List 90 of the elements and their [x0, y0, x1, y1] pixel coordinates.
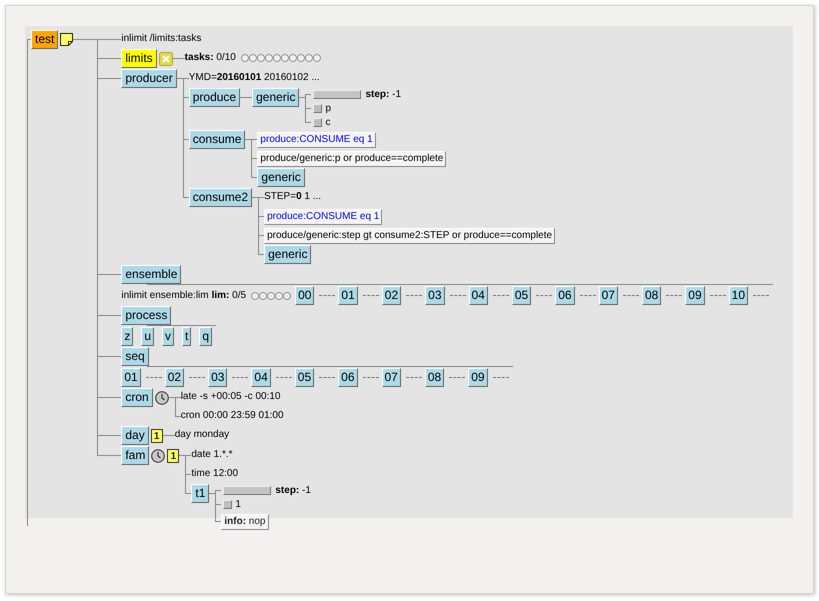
tree-node[interactable]: 03	[208, 368, 228, 387]
tree-node[interactable]: 08	[642, 286, 662, 305]
dashed-connector	[232, 377, 248, 378]
dashed-connector	[406, 377, 422, 378]
tree-node[interactable]: 05	[512, 286, 532, 305]
attribute-text: day monday	[174, 428, 230, 442]
note-icon	[60, 33, 74, 46]
tree-node[interactable]: ensemble	[121, 265, 182, 284]
tree-node[interactable]: u	[141, 327, 154, 346]
tree-node[interactable]: 04	[468, 286, 488, 305]
tree-node[interactable]: consume2	[188, 188, 252, 207]
tree-node[interactable]: test	[31, 30, 58, 49]
repeat-text: STEP=0 1 ...	[264, 190, 322, 204]
tree-node[interactable]: 06	[338, 368, 358, 387]
tree-node[interactable]: seq	[121, 347, 149, 366]
tree-node[interactable]: generic	[257, 168, 305, 187]
tree-node[interactable]: t	[182, 327, 192, 346]
tree-node[interactable]: produce	[188, 88, 240, 107]
dashed-connector	[276, 377, 292, 378]
cross-icon	[158, 52, 173, 66]
tree-node[interactable]: 01	[338, 286, 358, 305]
tree-node[interactable]: q	[199, 327, 212, 346]
attribute-text: time 12:00	[191, 467, 238, 481]
complete-expression: produce/generic:p or produce==complete	[257, 151, 446, 167]
info-label: info: nop	[221, 514, 268, 530]
tree-node[interactable]: process	[121, 306, 172, 325]
dashed-connector	[319, 295, 336, 296]
attribute-text: late -s +00:05 -c 00:10	[180, 390, 280, 404]
dashed-connector	[146, 377, 162, 378]
tree-node[interactable]: generic	[264, 245, 312, 264]
attribute-text: date 1.*.*	[191, 448, 233, 462]
tree-node[interactable]: 09	[468, 368, 488, 387]
tree-node[interactable]: v	[162, 327, 174, 346]
dashed-connector	[753, 295, 770, 296]
inlimit-text: inlimit /limits:tasks	[121, 32, 202, 46]
tree-node[interactable]: day	[121, 426, 149, 445]
clock-icon	[151, 448, 166, 462]
tree-node[interactable]: 09	[685, 286, 705, 305]
tree-node[interactable]: 05	[294, 368, 314, 387]
dashed-connector	[492, 295, 509, 296]
tree-node[interactable]: 10	[728, 286, 748, 305]
dashed-connector	[406, 295, 422, 296]
tree-node[interactable]: 07	[598, 286, 618, 305]
token-slots-drawing	[250, 290, 292, 300]
dashed-connector	[189, 377, 206, 378]
tree-node[interactable]: 07	[382, 368, 401, 387]
tree-node[interactable]: 02	[382, 286, 402, 305]
tree-node[interactable]: cron	[121, 388, 153, 407]
event-name: 1	[235, 498, 241, 511]
tree-node[interactable]: 02	[164, 368, 184, 387]
dashed-connector	[710, 295, 726, 296]
repeat-text: YMD=20160101 20160102 ...	[188, 71, 320, 85]
dashed-connector	[450, 295, 466, 296]
event-name: p	[325, 102, 332, 115]
event-name: c	[325, 116, 330, 129]
meter-text: step: -1	[275, 484, 311, 497]
tree-node[interactable]: 00	[295, 286, 314, 305]
dashed-connector	[536, 295, 552, 296]
tree-connector	[147, 325, 216, 326]
dashed-connector	[622, 295, 639, 296]
dashed-connector	[362, 377, 378, 378]
tree-node[interactable]: 03	[425, 286, 444, 305]
dashed-connector	[666, 295, 682, 296]
trigger-expression: produce:CONSUME eq 1	[264, 209, 382, 225]
tree-node[interactable]: 04	[251, 368, 271, 387]
dashed-connector	[449, 377, 466, 378]
limit-text: tasks: 0/10	[184, 51, 236, 65]
limit-text: lim: 0/5	[212, 288, 246, 302]
calendar-badge: 1	[167, 448, 180, 462]
tree-node[interactable]: limits	[121, 49, 157, 68]
inlimit-text: inlimit ensemble:lim	[121, 288, 209, 302]
tree-node[interactable]: z	[121, 327, 134, 346]
tree-node[interactable]: t1	[191, 484, 210, 503]
tree-node[interactable]: 01	[121, 368, 141, 387]
dashed-connector	[580, 295, 596, 296]
tree-node[interactable]: producer	[121, 69, 177, 88]
clock-icon	[154, 390, 169, 404]
tree-node[interactable]: 08	[424, 368, 444, 387]
complete-expression: produce/generic:step gt consume2:STEP or produce==complete	[264, 228, 556, 244]
tree-node[interactable]: fam	[121, 446, 150, 465]
trigger-expression: produce:CONSUME eq 1	[257, 132, 376, 148]
calendar-badge: 1	[150, 428, 163, 442]
dashed-connector	[362, 295, 379, 296]
meter-text: step: -1	[365, 88, 402, 101]
tree-node[interactable]: 06	[555, 286, 575, 305]
tree-node[interactable]: generic	[252, 88, 300, 107]
attribute-text: cron 00:00 23:59 01:00	[180, 409, 284, 423]
dashed-connector	[319, 377, 336, 378]
tree-node[interactable]: consume	[188, 130, 246, 149]
dashed-connector	[492, 377, 509, 378]
